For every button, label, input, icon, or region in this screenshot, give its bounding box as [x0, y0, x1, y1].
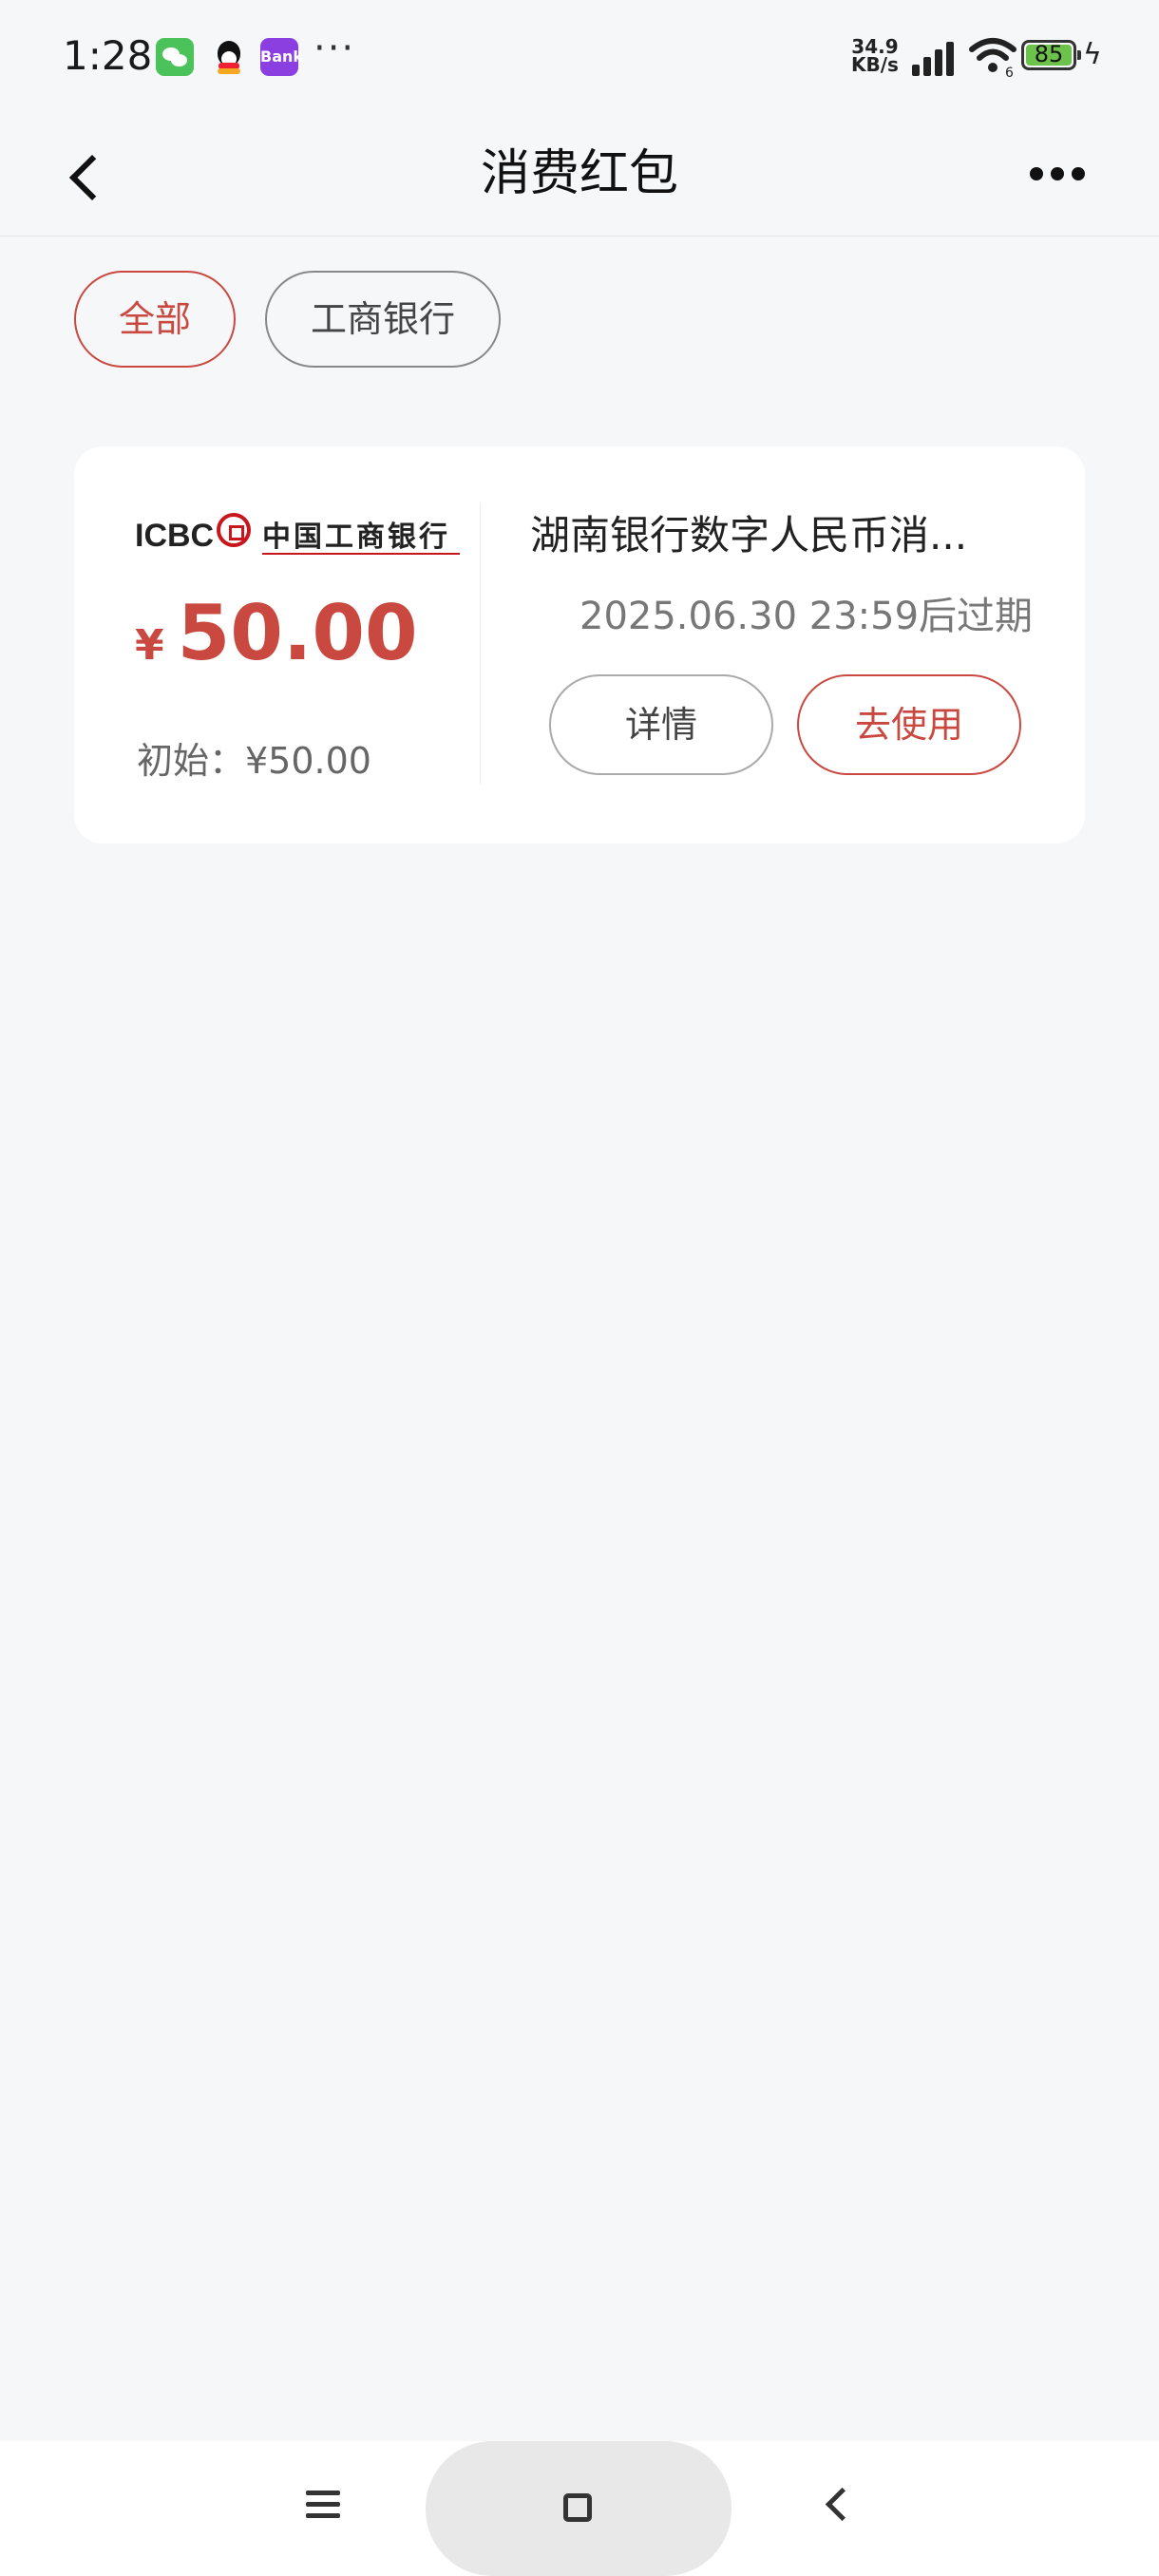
coupon-amount: ¥50.00 [135, 589, 418, 677]
use-button[interactable]: 去使用 [797, 674, 1021, 775]
icbc-emblem-icon [217, 513, 251, 547]
coupon-name: 湖南银行数字人民币消... [530, 512, 968, 559]
network-speed-unit: KB/s [851, 53, 899, 76]
qq-icon [210, 38, 248, 76]
battery-level: 85 [1034, 41, 1064, 67]
currency-symbol: ¥ [135, 621, 164, 670]
icbc-logo: ICBC 中国工商银行 [135, 513, 467, 560]
signal-icon [912, 38, 958, 76]
back-icon[interactable] [815, 2479, 872, 2536]
wifi-icon: 6 [969, 38, 1016, 78]
detail-button[interactable]: 详情 [549, 674, 773, 775]
coupon-expiry: 2025.06.30 23:59后过期 [580, 595, 1034, 638]
bank-logo-cn: 中国工商银行 [262, 521, 450, 554]
menu-icon[interactable] [306, 2487, 344, 2525]
battery-icon: 85 [1021, 40, 1081, 70]
amount-value: 50.00 [177, 589, 418, 677]
wechat-icon [156, 38, 194, 76]
svg-text:6: 6 [1005, 66, 1014, 78]
more-notifications-icon: ··· [314, 27, 356, 70]
filter-chip-icbc[interactable]: 工商银行 [265, 271, 501, 368]
filter-chip-all[interactable]: 全部 [74, 271, 236, 368]
status-time: 1:28 [63, 32, 153, 79]
page-title: 消费红包 [480, 145, 678, 202]
charging-icon: ϟ [1083, 38, 1102, 71]
coupon-card: ICBC 中国工商银行 ¥50.00 初始：¥50.00 湖南银行数字人民币消.… [74, 446, 1085, 843]
status-bar: 1:28 Bank ··· 34.9 KB/s 6 85 ϟ [0, 0, 1159, 114]
bank-logo-en: ICBC [135, 518, 215, 554]
network-speed: 34.9 KB/s [851, 37, 899, 76]
more-options-icon[interactable] [1016, 156, 1092, 194]
system-nav-bar [0, 2441, 1159, 2576]
initial-amount: 初始：¥50.00 [137, 740, 371, 782]
home-icon[interactable] [426, 2441, 732, 2576]
card-divider [480, 503, 481, 785]
bank-app-icon: Bank [260, 38, 303, 76]
page-header: 消费红包 [0, 114, 1159, 237]
